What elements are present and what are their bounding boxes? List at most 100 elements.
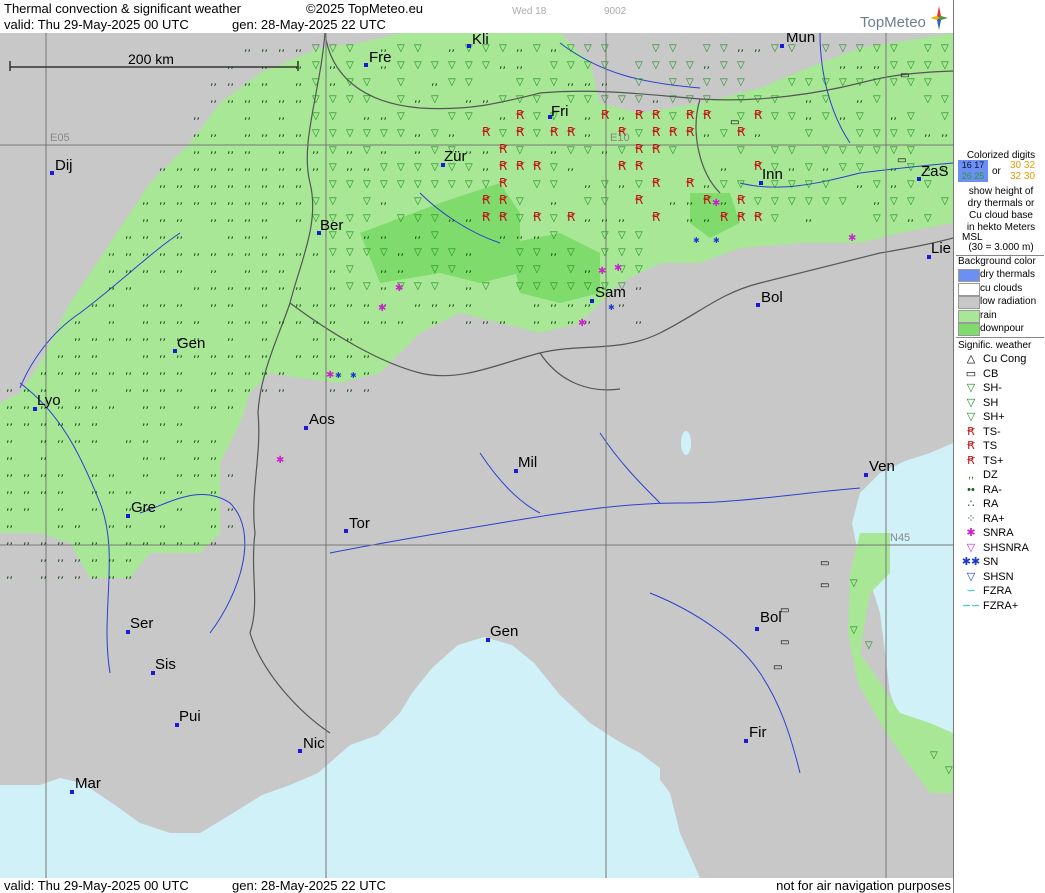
- drizzle-symbol: ,,: [550, 313, 557, 326]
- drizzle-symbol: ,,: [125, 432, 132, 445]
- drizzle-symbol: ,,: [23, 466, 30, 479]
- shower-symbol: ▽: [346, 230, 354, 241]
- drizzle-symbol: ,,: [312, 245, 319, 258]
- drizzle-symbol: ,,: [210, 432, 217, 445]
- thunderstorm-symbol: Ꞧ: [550, 125, 559, 139]
- shower-symbol: ▽: [788, 77, 796, 88]
- drizzle-symbol: ,,: [805, 211, 812, 224]
- drizzle-symbol: ,,: [125, 551, 132, 564]
- drizzle-symbol: ,,: [6, 517, 13, 530]
- drizzle-symbol: ,,: [159, 517, 166, 530]
- shower-symbol: ▽: [865, 640, 873, 651]
- drizzle-icon: ,,: [967, 469, 975, 481]
- shower-symbol: ▽: [873, 94, 881, 105]
- drizzle-symbol: ,,: [363, 347, 370, 360]
- drizzle-symbol: ,,: [873, 58, 880, 71]
- shower-symbol: ▽: [516, 77, 524, 88]
- drizzle-symbol: ,,: [91, 500, 98, 513]
- weather-map[interactable]: ,,,,,,,, ▽ ▽ ▽,, ▽ ▽,, ▽ ▽ ▽,, ▽,, ▽ ▽ ▽ ▽ ▽ ▽ ▽,,,, ▽ ▽ ▽ ▽…: [0, 33, 953, 878]
- shower-symbol: ▽: [312, 213, 320, 224]
- shower-symbol: ▽: [618, 247, 626, 258]
- cb-symbol: ▭: [820, 558, 829, 569]
- drizzle-symbol: ,,: [57, 483, 64, 496]
- shower-symbol: ▽: [550, 77, 558, 88]
- topmeteo-logo[interactable]: TopMeteo: [860, 4, 952, 32]
- drizzle-symbol: ,,: [584, 109, 591, 122]
- drizzle-symbol: ,,: [261, 58, 268, 71]
- drizzle-symbol: ,,: [516, 58, 523, 71]
- chart-title: Thermal convection & significant weather: [4, 1, 242, 16]
- legend-label: rain: [980, 309, 997, 321]
- shower-symbol: ▽: [363, 247, 371, 258]
- drizzle-symbol: ,,: [414, 126, 421, 139]
- snow-symbol: ✱: [608, 303, 615, 312]
- shower-symbol: ▽: [669, 94, 677, 105]
- shower-symbol: ▽: [329, 43, 337, 54]
- shower-symbol: ▽: [669, 60, 677, 71]
- shower-symbol: ▽: [788, 145, 796, 156]
- thunderstorm-symbol: Ꞧ: [499, 159, 508, 173]
- drizzle-symbol: ,,: [482, 313, 489, 326]
- drizzle-symbol: ,,: [210, 126, 217, 139]
- drizzle-symbol: ,,: [125, 245, 132, 258]
- shower-symbol: ▽: [839, 196, 847, 207]
- drizzle-symbol: ,,: [380, 143, 387, 156]
- drizzle-symbol: ,,: [159, 330, 166, 343]
- drizzle-symbol: ,,: [278, 364, 285, 377]
- shower-symbol: ▽: [516, 145, 524, 156]
- drizzle-symbol: ,,: [873, 194, 880, 207]
- shower-symbol: ▽: [448, 179, 456, 190]
- drizzle-symbol: ,,: [57, 347, 64, 360]
- shower-symbol: ▽: [414, 247, 422, 258]
- drizzle-symbol: ,,: [244, 143, 251, 156]
- drizzle-symbol: ,,: [227, 296, 234, 309]
- drizzle-symbol: ,,: [346, 330, 353, 343]
- drizzle-symbol: ,,: [125, 228, 132, 241]
- shower-symbol: ▽: [431, 264, 439, 275]
- drizzle-symbol: ,,: [414, 92, 421, 105]
- drizzle-symbol: ,,: [142, 347, 149, 360]
- drizzle-symbol: ,,: [499, 109, 506, 122]
- rain-heavy-icon: ⁘: [966, 512, 976, 525]
- drizzle-symbol: ,,: [57, 568, 64, 581]
- shower-symbol: ▽: [788, 179, 796, 190]
- drizzle-symbol: ,,: [363, 160, 370, 173]
- drizzle-symbol: ,,: [227, 75, 234, 88]
- drizzle-symbol: ,,: [227, 228, 234, 241]
- drizzle-symbol: ,,: [380, 262, 387, 275]
- shower-symbol: ▽: [822, 145, 830, 156]
- shower-symbol: ▽: [516, 94, 524, 105]
- drizzle-symbol: ,,: [329, 330, 336, 343]
- shower-symbol: ▽: [703, 94, 711, 105]
- thunderstorm-symbol: Ꞧ: [618, 159, 627, 173]
- legend-weather-ts-: Ꞧ TS-: [958, 425, 1045, 439]
- drizzle-symbol: ,,: [295, 58, 302, 71]
- shower-symbol: ▽: [839, 162, 847, 173]
- drizzle-symbol: ,,: [448, 126, 455, 139]
- drizzle-symbol: ,,: [227, 398, 234, 411]
- legend-weather-sh-: ▽ SH+: [958, 410, 1045, 424]
- snow-rain-symbol: ✱: [712, 198, 720, 209]
- thunderstorm-symbol: Ꞧ: [652, 125, 661, 139]
- drizzle-symbol: ,,: [227, 245, 234, 258]
- drizzle-symbol: ,,: [108, 245, 115, 258]
- drizzle-symbol: ,,: [380, 313, 387, 326]
- drizzle-symbol: ,,: [261, 211, 268, 224]
- drizzle-symbol: ,,: [295, 279, 302, 292]
- drizzle-symbol: ,,: [295, 126, 302, 139]
- drizzle-symbol: ,,: [176, 432, 183, 445]
- legend-label: FZRA+: [983, 599, 1019, 612]
- drizzle-symbol: ,,: [159, 211, 166, 224]
- shower-symbol: ▽: [499, 128, 507, 139]
- shower-symbol: ▽: [312, 77, 320, 88]
- shower-symbol: ▽: [431, 247, 439, 258]
- drizzle-symbol: ,,: [244, 245, 251, 258]
- shower-symbol: ▽: [448, 60, 456, 71]
- drizzle-symbol: ,,: [108, 262, 115, 275]
- legend-label: RA+: [983, 512, 1005, 525]
- drizzle-symbol: ,,: [210, 381, 217, 394]
- shower-symbol: ▽: [805, 179, 813, 190]
- drizzle-symbol: ,,: [159, 347, 166, 360]
- drizzle-symbol: ,,: [176, 211, 183, 224]
- drizzle-symbol: ,,: [210, 160, 217, 173]
